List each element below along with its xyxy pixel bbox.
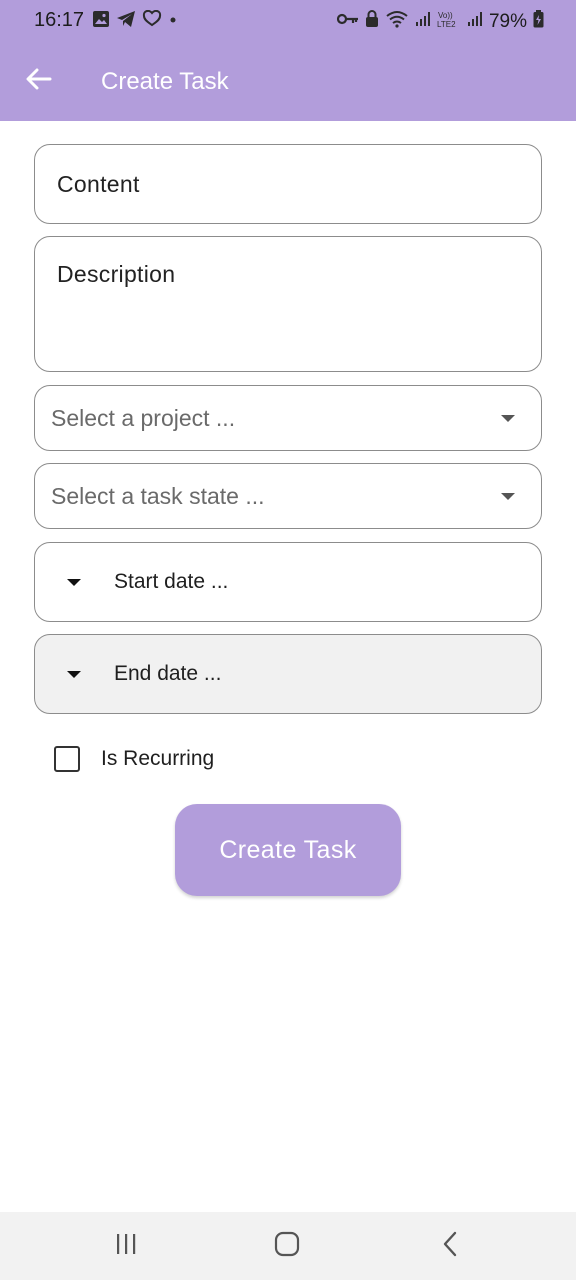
home-icon <box>274 1231 300 1262</box>
page-title: Create Task <box>101 68 229 95</box>
recents-icon <box>114 1232 138 1261</box>
wifi-icon <box>385 10 409 33</box>
description-label: Description <box>57 261 176 287</box>
task-state-placeholder: Select a task state ... <box>51 483 265 509</box>
create-task-button[interactable]: Create Task <box>175 804 401 896</box>
project-placeholder: Select a project ... <box>51 405 236 431</box>
chevron-down-icon <box>67 579 81 586</box>
heart-chat-icon <box>142 9 162 33</box>
volte-icon: Vo)) LTE2 <box>437 9 461 34</box>
status-right-icons: Vo)) LTE2 79% <box>336 9 544 34</box>
recents-button[interactable] <box>112 1232 140 1260</box>
end-date-picker[interactable]: End date ... <box>34 634 542 714</box>
key-icon <box>336 12 359 31</box>
svg-text:Vo)): Vo)) <box>438 11 453 20</box>
description-field[interactable]: Description <box>34 236 542 372</box>
svg-text:LTE2: LTE2 <box>437 20 456 29</box>
status-bar: 16:17 Vo)) LTE2 79% <box>0 0 576 42</box>
end-date-label: End date ... <box>114 662 222 685</box>
home-button[interactable] <box>273 1231 301 1262</box>
system-nav-bar <box>0 1212 576 1280</box>
telegram-icon <box>116 10 136 33</box>
recurring-checkbox[interactable] <box>54 746 80 772</box>
app-bar: Create Task <box>0 42 576 121</box>
back-button[interactable] <box>22 64 56 98</box>
chevron-down-icon <box>501 415 515 422</box>
nav-back-button[interactable] <box>436 1231 464 1262</box>
lock-icon <box>365 10 379 33</box>
battery-icon <box>533 10 544 33</box>
chevron-down-icon <box>67 671 81 678</box>
signal-icon <box>415 11 431 32</box>
status-time: 16:17 <box>34 9 85 31</box>
arrow-left-icon <box>26 68 52 95</box>
back-icon <box>441 1231 459 1262</box>
battery-percent: 79% <box>488 10 527 32</box>
content-label: Content <box>57 171 140 197</box>
chevron-down-icon <box>501 493 515 500</box>
content-field[interactable]: Content <box>34 144 542 224</box>
start-date-picker[interactable]: Start date ... <box>34 542 542 622</box>
start-date-label: Start date ... <box>114 570 229 593</box>
dot-icon <box>168 10 178 33</box>
status-left-icons <box>92 9 178 33</box>
task-state-select[interactable]: Select a task state ... <box>34 463 542 529</box>
recurring-label: Is Recurring <box>101 747 215 770</box>
signal-icon <box>467 11 483 32</box>
gallery-icon <box>92 10 110 33</box>
project-select[interactable]: Select a project ... <box>34 385 542 451</box>
